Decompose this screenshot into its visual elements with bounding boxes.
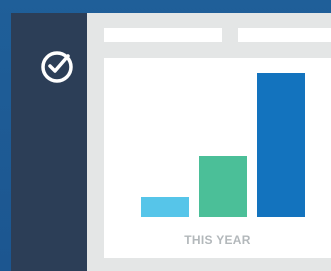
- chart-panel: THIS YEAR: [104, 58, 331, 258]
- chart-bar-3: [257, 73, 305, 217]
- checkmark-circle-icon[interactable]: [40, 50, 74, 84]
- header-field-left[interactable]: [104, 28, 222, 42]
- chart-bar-1: [141, 197, 189, 217]
- chart-caption: THIS YEAR: [184, 233, 251, 247]
- chart-bar-2: [199, 156, 247, 217]
- main-content: THIS YEAR: [87, 13, 331, 271]
- bar-chart: [104, 58, 331, 217]
- sidebar: [11, 13, 87, 271]
- header-field-right[interactable]: [238, 28, 331, 42]
